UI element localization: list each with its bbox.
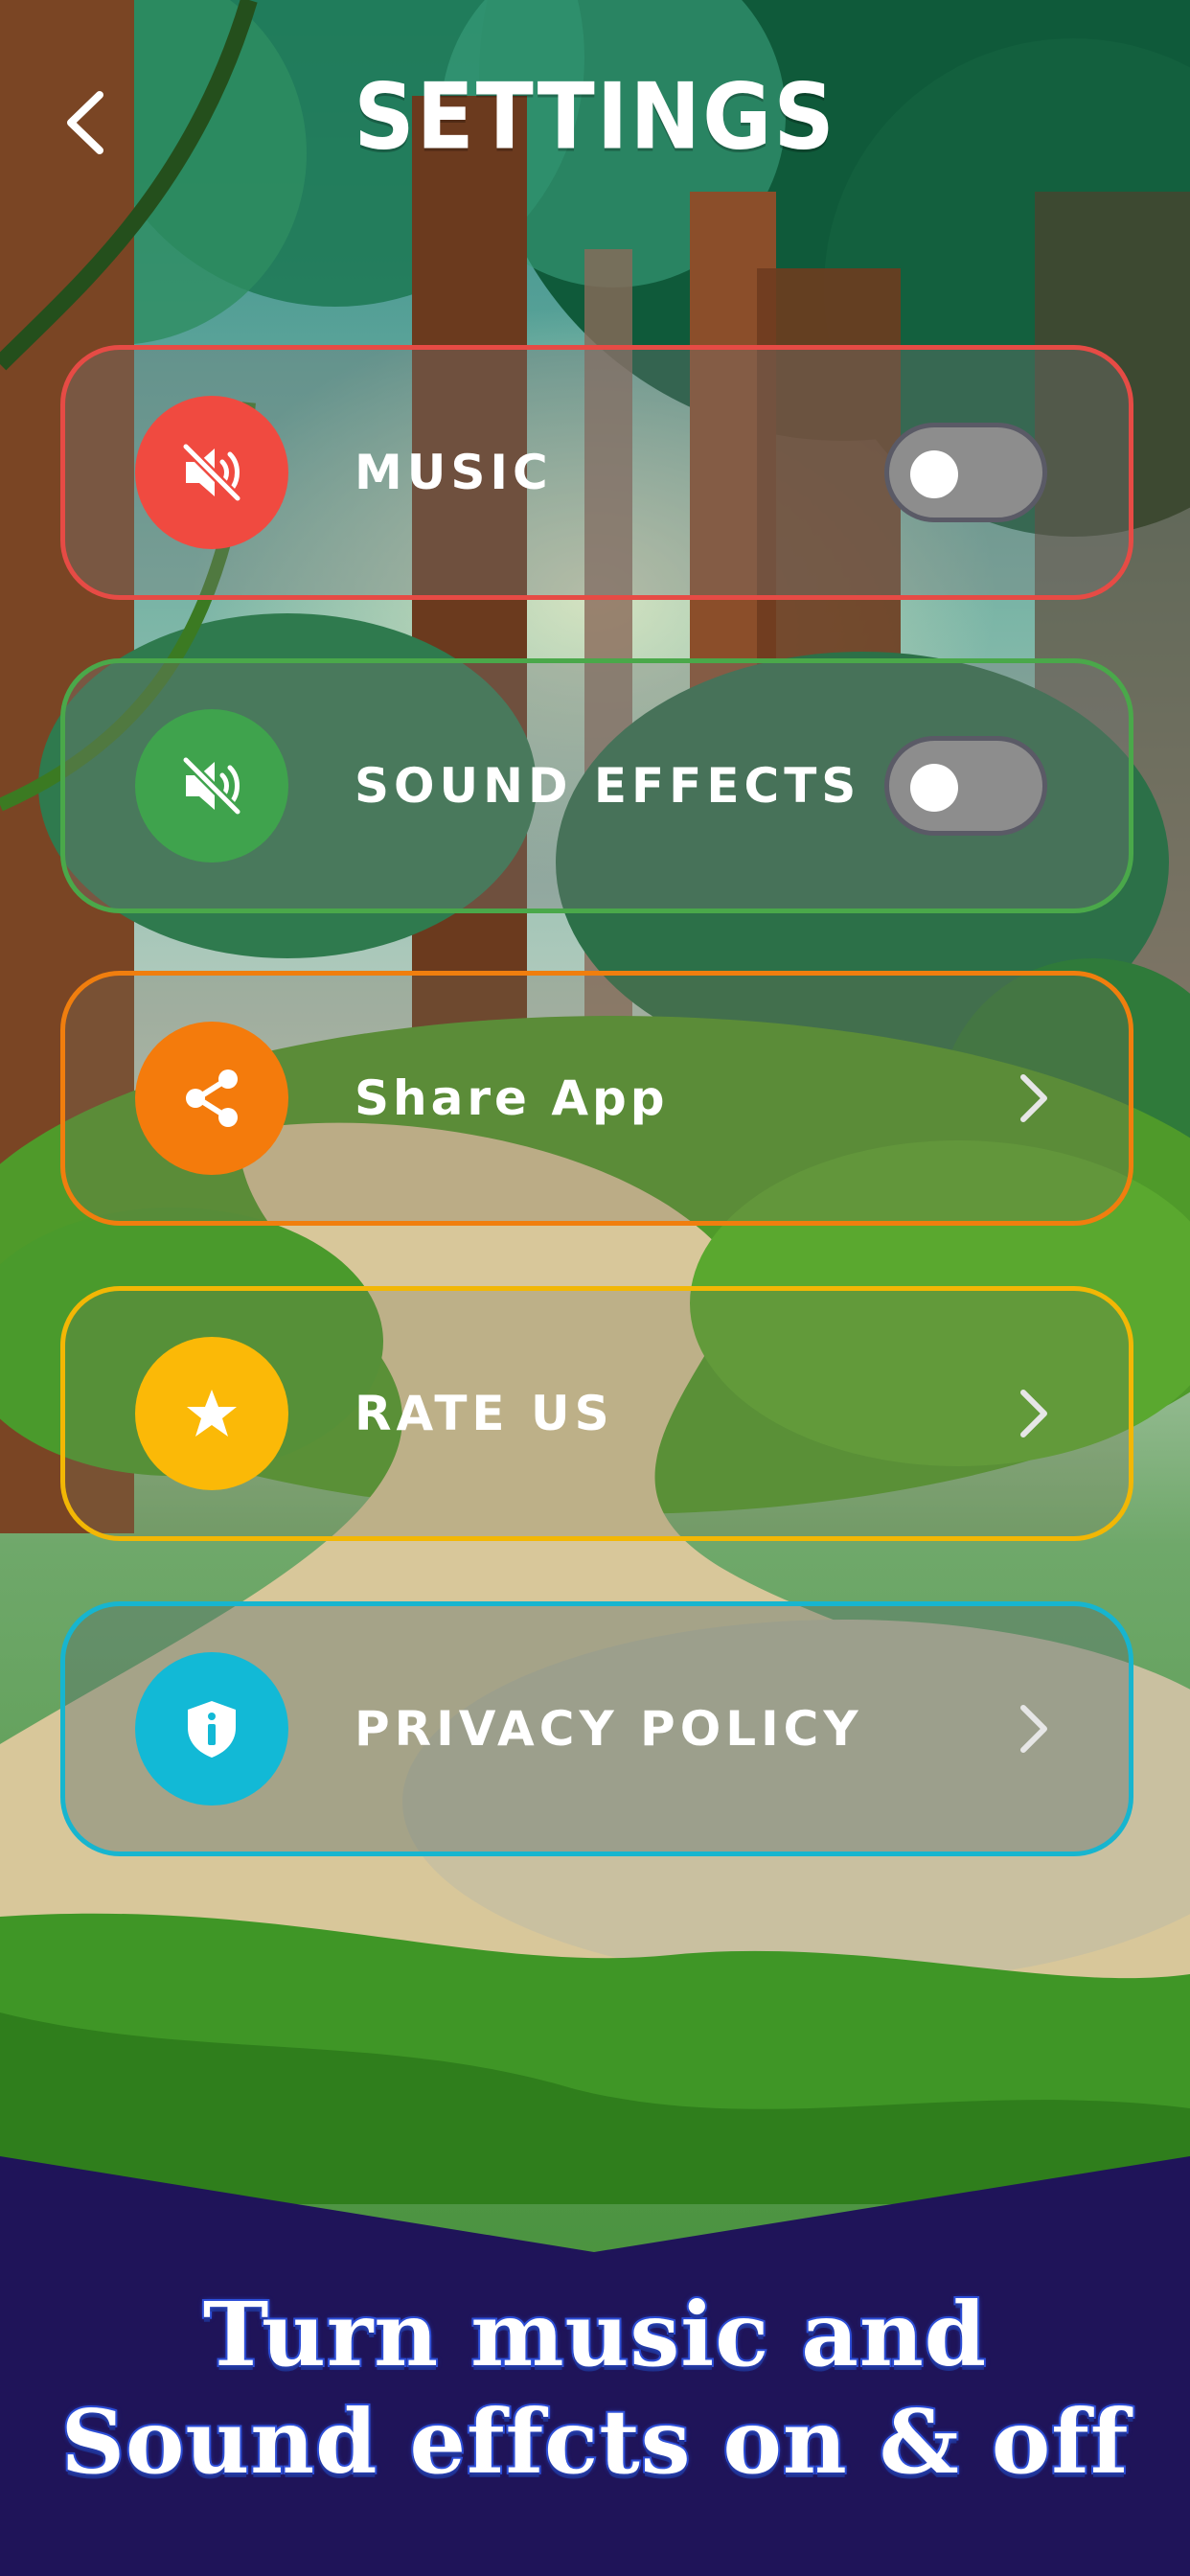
- chevron-right-icon: [1020, 1705, 1047, 1753]
- promo-banner-text: Turn music and Sound effcts on & off: [0, 2281, 1190, 2496]
- star-icon: [187, 1390, 237, 1437]
- rate-icon-circle: [135, 1337, 288, 1490]
- promo-banner-line-2: Sound effcts on & off: [59, 2388, 1131, 2496]
- music-icon-circle: [135, 396, 288, 549]
- chevron-right-icon: [1020, 1390, 1047, 1438]
- music-toggle[interactable]: [884, 423, 1047, 522]
- rate-us-label: RATE US: [355, 1386, 614, 1441]
- toggle-knob: [910, 764, 958, 812]
- shield-info-icon: [188, 1701, 236, 1758]
- sound-effects-icon-circle: [135, 709, 288, 862]
- privacy-policy-row[interactable]: PRIVACY POLICY: [60, 1601, 1133, 1856]
- speaker-muted-icon: [181, 442, 242, 503]
- privacy-policy-label: PRIVACY POLICY: [355, 1701, 863, 1757]
- toggle-knob: [910, 450, 958, 498]
- share-app-row[interactable]: Share App: [60, 971, 1133, 1226]
- promo-banner-line-1: Turn music and: [201, 2281, 988, 2388]
- sound-effects-setting-row[interactable]: SOUND EFFECTS: [60, 658, 1133, 913]
- chevron-right-icon: [1020, 1074, 1047, 1122]
- music-setting-row[interactable]: MUSIC: [60, 345, 1133, 600]
- share-icon: [186, 1070, 238, 1127]
- sound-effects-toggle[interactable]: [884, 736, 1047, 836]
- sound-effects-label: SOUND EFFECTS: [355, 758, 861, 814]
- rate-us-row[interactable]: RATE US: [60, 1286, 1133, 1541]
- music-label: MUSIC: [355, 445, 553, 500]
- privacy-icon-circle: [135, 1652, 288, 1806]
- share-app-label: Share App: [355, 1070, 669, 1126]
- share-icon-circle: [135, 1022, 288, 1175]
- speaker-muted-icon: [181, 755, 242, 816]
- page-title: SETTINGS: [354, 62, 836, 171]
